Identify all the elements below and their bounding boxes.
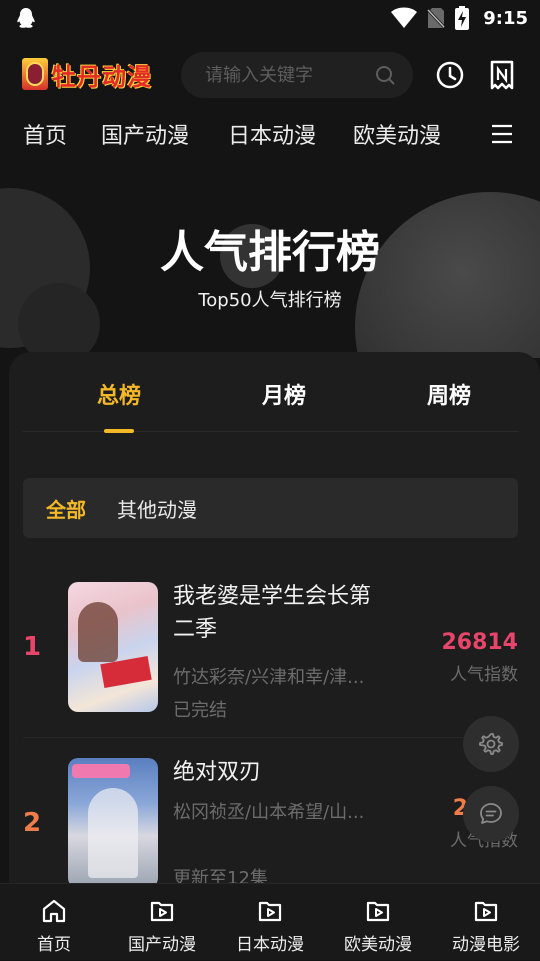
status-bar: 9:15 [0, 0, 540, 36]
rank-number: 2 [23, 808, 42, 838]
nav-item-japanese[interactable]: 日本动漫 [228, 118, 316, 150]
video-play-icon [258, 901, 282, 922]
video-play-icon [150, 901, 174, 922]
anime-title[interactable]: 绝对双刃 [173, 756, 383, 789]
battery-charging-icon [455, 6, 470, 30]
bottom-nav-western[interactable]: 欧美动漫 [324, 884, 432, 961]
anime-poster[interactable] [68, 758, 158, 888]
bottom-nav-home[interactable]: 首页 [0, 884, 108, 961]
bottom-navigation: 首页 国产动漫 日本动漫 欧美动漫 动漫电影 [0, 883, 540, 960]
bottom-nav-label: 国产动漫 [128, 935, 196, 955]
bottom-nav-label: 动漫电影 [452, 935, 520, 955]
video-play-icon [366, 901, 390, 922]
logo-mark-icon [22, 58, 48, 90]
comment-button[interactable] [463, 786, 519, 842]
bottom-nav-domestic[interactable]: 国产动漫 [108, 884, 216, 961]
tab-overall[interactable]: 总榜 [59, 378, 179, 410]
anime-cast: 竹达彩奈/兴津和幸/津... [173, 667, 365, 688]
anime-title[interactable]: 我老婆是学生会长第二季 [173, 580, 383, 646]
search-box[interactable] [181, 52, 413, 98]
ranking-row[interactable]: 2 绝对双刃 松冈祯丞/山本希望/山... 更新至12集 2 人气指数 [23, 738, 518, 892]
nav-item-western[interactable]: 欧美动漫 [353, 118, 441, 150]
no-sim-icon [427, 8, 446, 29]
app-header: 牡丹动漫 [0, 36, 540, 112]
ranking-tabs: 总榜 月榜 周榜 [23, 352, 519, 433]
bottom-nav-label: 日本动漫 [236, 935, 304, 955]
nav-item-domestic[interactable]: 国产动漫 [101, 118, 189, 150]
gear-icon [479, 733, 503, 755]
home-icon [42, 899, 66, 923]
active-tab-indicator [104, 429, 134, 433]
chat-bubble-icon [480, 803, 502, 824]
ranking-card: 总榜 月榜 周榜 全部 其他动漫 1 我老婆是学生会长第二季 竹达彩奈/兴津和幸… [9, 352, 540, 892]
search-icon[interactable] [375, 65, 395, 85]
rank-number: 1 [23, 632, 42, 662]
settings-button[interactable] [463, 716, 519, 772]
ranking-row[interactable]: 1 我老婆是学生会长第二季 竹达彩奈/兴津和幸/津... 已完结 26814 人… [23, 562, 518, 738]
popularity-score: 26814 [441, 630, 518, 655]
page-subtitle: Top50人气排行榜 [198, 290, 342, 311]
tab-monthly[interactable]: 月榜 [224, 378, 344, 410]
anime-cast: 松冈祯丞/山本希望/山... [173, 802, 365, 823]
bottom-nav-label: 欧美动漫 [344, 935, 412, 955]
genre-filter: 全部 其他动漫 [23, 478, 518, 538]
tab-weekly[interactable]: 周榜 [389, 378, 509, 410]
bookmark-icon[interactable] [490, 60, 514, 90]
clock-time: 9:15 [483, 7, 528, 29]
menu-icon[interactable] [490, 124, 514, 144]
search-input[interactable] [203, 52, 363, 98]
page-title: 人气排行榜 [160, 227, 380, 278]
anime-poster[interactable] [68, 582, 158, 712]
nav-item-home[interactable]: 首页 [23, 118, 67, 150]
bottom-nav-label: 首页 [37, 935, 71, 955]
wifi-icon [391, 7, 418, 28]
bottom-nav-movies[interactable]: 动漫电影 [432, 884, 540, 961]
filter-all[interactable]: 全部 [46, 494, 86, 523]
anime-status: 已完结 [173, 700, 227, 721]
bottom-nav-japanese[interactable]: 日本动漫 [216, 884, 324, 961]
qq-penguin-icon [17, 8, 35, 28]
popularity-label: 人气指数 [450, 665, 518, 685]
history-clock-icon[interactable] [435, 60, 465, 90]
category-nav: 首页 国产动漫 日本动漫 欧美动漫 [0, 112, 540, 158]
filter-other-anime[interactable]: 其他动漫 [117, 494, 197, 523]
app-logo[interactable]: 牡丹动漫 [22, 58, 152, 91]
ranking-hero: 人气排行榜 Top50人气排行榜 [0, 158, 540, 358]
logo-text: 牡丹动漫 [52, 61, 152, 91]
video-play-icon [474, 901, 498, 922]
